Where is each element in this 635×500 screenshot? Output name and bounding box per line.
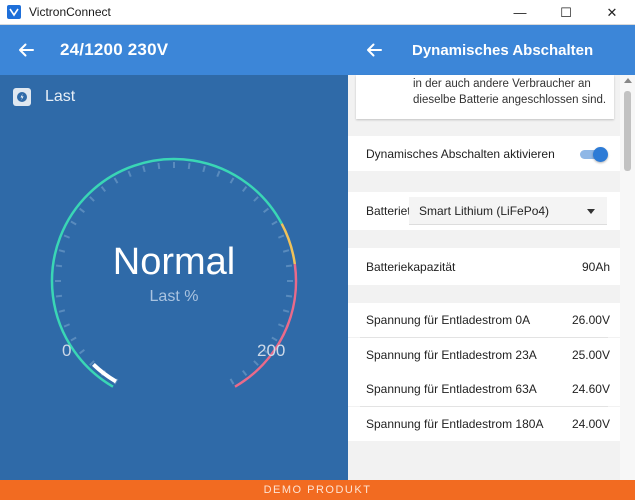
gauge-tick <box>113 177 119 184</box>
gauge-tick <box>253 360 259 366</box>
info-text-line: dieselbe Batterie angeschlossen sind. <box>413 94 607 106</box>
gauge-tick <box>78 348 85 355</box>
gauge-tick <box>100 185 107 192</box>
battery-type-select[interactable]: Smart Lithium (LiFePo4) <box>409 197 607 225</box>
capacity-label: Batteriekapazität <box>366 259 456 274</box>
gauge-tick <box>70 220 77 226</box>
gauge-tick <box>241 370 248 377</box>
back-arrow-icon[interactable] <box>364 40 384 60</box>
info-text-line: in der auch andere Verbraucher an <box>413 78 591 90</box>
voltage-label: Spannung für Entladestrom 23A <box>366 347 537 362</box>
voltage-row[interactable]: Spannung für Entladestrom 63A 24.60V <box>348 372 620 406</box>
voltage-label: Spannung für Entladestrom 0A <box>366 313 531 327</box>
page-title: Dynamisches Abschalten <box>412 41 594 59</box>
gauge-tick <box>63 323 70 328</box>
victron-app-icon <box>7 5 21 19</box>
gauge-tick <box>241 185 248 192</box>
close-button[interactable]: ✕ <box>589 0 635 25</box>
toggle-row[interactable]: Dynamisches Abschalten aktivieren <box>348 136 620 171</box>
gauge-subtitle: Last % <box>149 288 199 305</box>
battery-type-label: Batterietyp <box>366 204 410 218</box>
dynamic-cutoff-toggle[interactable] <box>580 146 608 162</box>
capacity-value: 90Ah <box>581 259 610 274</box>
gauge-tick <box>89 196 95 202</box>
gauge-value-indicator <box>92 362 118 384</box>
gauge-tick <box>282 309 290 313</box>
minimize-button[interactable]: — <box>497 0 543 25</box>
voltage-value: 25.00V <box>571 347 610 362</box>
gauge-tick <box>253 196 259 202</box>
capacity-row[interactable]: Batteriekapazität 90Ah <box>348 248 620 285</box>
gauge-tick <box>263 207 270 214</box>
gauge-min-label: 0 <box>62 341 72 360</box>
dropdown-caret-icon <box>587 209 595 214</box>
window-controls: — ☐ ✕ <box>497 0 635 25</box>
voltage-value: 26.00V <box>571 313 610 327</box>
gauge-tick <box>63 234 70 239</box>
right-panel: Dynamisches Abschalten in der auch ander… <box>348 25 635 480</box>
scroll-thumb[interactable] <box>624 91 631 171</box>
gauge-tick <box>157 162 161 170</box>
gauge-tick <box>278 323 285 328</box>
toggle-knob <box>593 146 608 162</box>
gauge-tick <box>187 162 191 170</box>
gauge-tick <box>229 177 235 184</box>
voltage-label: Spannung für Entladestrom 180A <box>366 416 544 431</box>
gauge-status-text: Normal <box>112 241 236 283</box>
gauge-tick <box>271 220 278 226</box>
scroll-up-icon[interactable] <box>624 78 632 83</box>
voltage-value: 24.60V <box>571 382 610 396</box>
maximize-button[interactable]: ☐ <box>543 0 589 25</box>
window-titlebar: VictronConnect — ☐ ✕ <box>0 0 635 25</box>
gauge-tick <box>70 336 77 342</box>
battery-type-row: Batterietyp Smart Lithium (LiFePo4) <box>348 192 620 230</box>
gauge-tick <box>216 170 221 177</box>
left-panel: 24/1200 230V Last Normal Last % 0 200 <box>0 25 348 480</box>
gauge-tick <box>202 165 206 173</box>
gauge-max-label: 200 <box>257 341 286 360</box>
voltage-label: Spannung für Entladestrom 63A <box>366 382 537 396</box>
battery-type-value: Smart Lithium (LiFePo4) <box>419 203 550 218</box>
right-app-bar: Dynamisches Abschalten <box>348 25 635 75</box>
gauge-tick <box>127 170 132 177</box>
scrollbar[interactable] <box>620 75 635 480</box>
voltage-row[interactable]: Spannung für Entladestrom 180A 24.00V <box>348 406 620 441</box>
voltage-value: 24.00V <box>571 416 610 431</box>
voltage-row[interactable]: Spannung für Entladestrom 23A 25.00V <box>348 337 620 372</box>
gauge-tick <box>278 234 285 239</box>
gauge-tick <box>58 309 66 313</box>
gauge-tick <box>229 378 235 385</box>
voltage-row[interactable]: Spannung für Entladestrom 0A 26.00V <box>348 303 620 337</box>
window-title: VictronConnect <box>29 5 111 19</box>
gauge-tick <box>78 207 85 214</box>
demo-product-banner: DEMO PRODUKT <box>0 480 635 500</box>
info-card: in der auch andere Verbraucher an diesel… <box>356 75 614 119</box>
toggle-label: Dynamisches Abschalten aktivieren <box>366 146 555 161</box>
gauge-tick <box>142 165 146 173</box>
